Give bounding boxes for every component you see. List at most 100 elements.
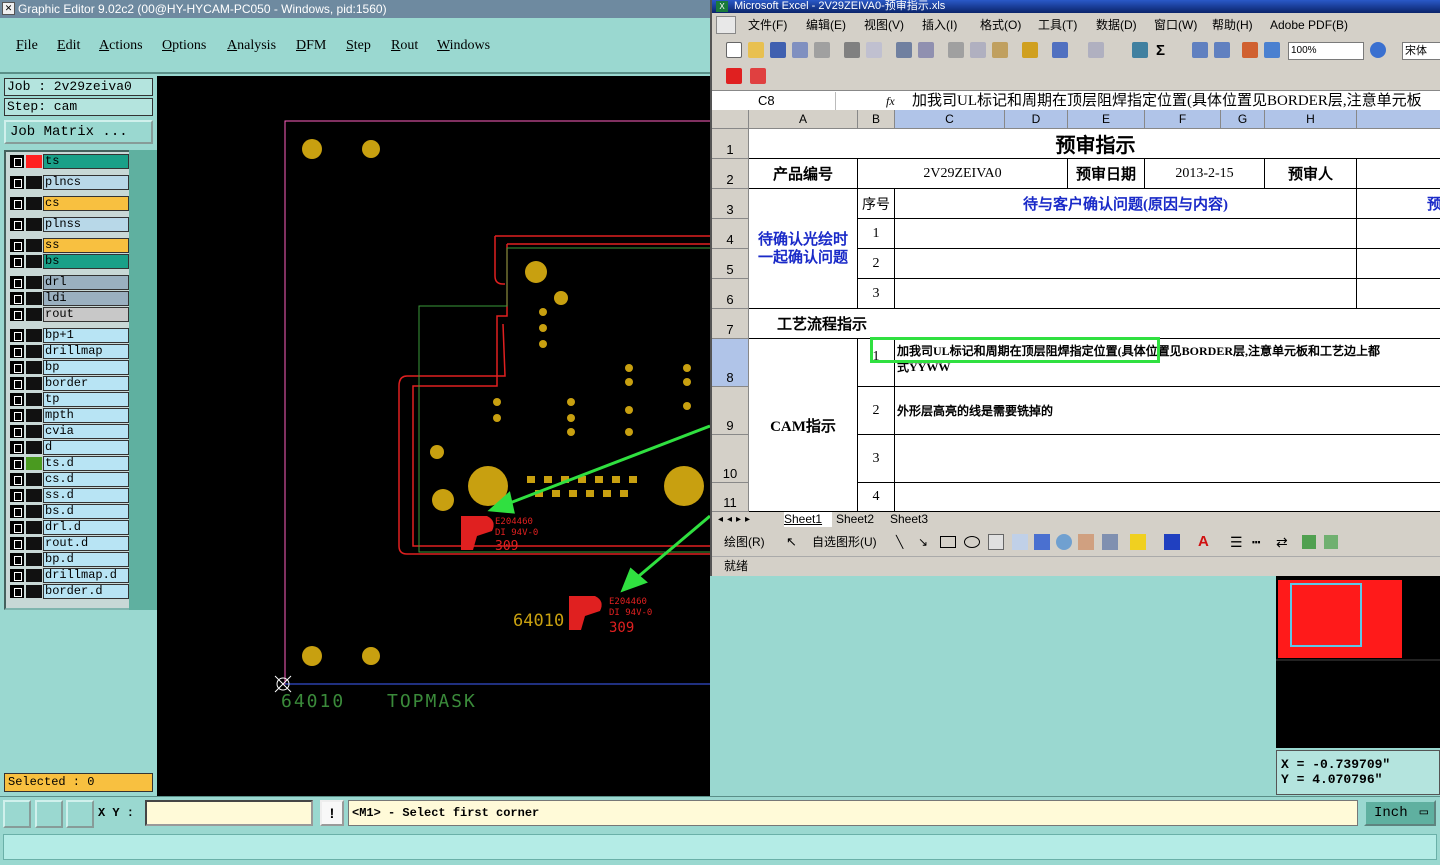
new-icon[interactable]	[726, 42, 742, 58]
row-header[interactable]: 10	[712, 435, 749, 483]
select-all-corner[interactable]	[712, 110, 749, 129]
menu-analysis[interactable]: Analysis	[227, 38, 276, 54]
sheet-tab-3[interactable]: Sheet3	[890, 512, 938, 527]
issue-pre-1[interactable]	[1357, 219, 1440, 249]
cam-instruction-4[interactable]	[895, 483, 1440, 512]
layer-checkbox[interactable]	[10, 155, 24, 168]
layer-row[interactable]: bp	[8, 360, 130, 375]
unit-select[interactable]: Inch ▭	[1364, 800, 1436, 826]
xl-menu-adobe[interactable]: Adobe PDF(B)	[1270, 14, 1348, 36]
layer-name[interactable]: bp.d	[43, 552, 129, 567]
xl-menu-help[interactable]: 帮助(H)	[1212, 14, 1253, 36]
layer-name[interactable]: ts	[43, 154, 129, 169]
permission-icon[interactable]	[792, 42, 808, 58]
reviewer-value[interactable]	[1357, 159, 1440, 189]
product-value[interactable]: 2V29ZEIVA0	[858, 159, 1068, 189]
textbox-icon[interactable]	[988, 534, 1004, 550]
xl-menu-data[interactable]: 数据(D)	[1096, 14, 1137, 36]
layer-row[interactable]: bp.d	[8, 552, 130, 567]
format-painter-icon[interactable]	[1022, 42, 1038, 58]
cam-instruction-2[interactable]: 外形层高亮的线是需要铣掉的	[895, 387, 1440, 435]
autosum-icon[interactable]: Σ	[1156, 42, 1172, 59]
layer-row[interactable]: cs.d	[8, 472, 130, 487]
warning-icon[interactable]: !	[320, 800, 344, 826]
sheet-nav-arrows-icon[interactable]: ◂◂▸▸	[718, 512, 754, 527]
measure-icon[interactable]	[35, 800, 63, 828]
layer-row[interactable]: drillmap.d	[8, 568, 130, 583]
layer-checkbox[interactable]	[10, 276, 24, 289]
cam-seq-2[interactable]: 2	[858, 387, 895, 435]
layer-row[interactable]: drl.d	[8, 520, 130, 535]
cam-seq-4[interactable]: 4	[858, 483, 895, 512]
menu-edit[interactable]: Edit	[57, 38, 80, 54]
drawing-icon[interactable]	[1264, 42, 1280, 58]
menu-options[interactable]: Options	[162, 38, 206, 54]
layer-name[interactable]: rout	[43, 307, 129, 322]
open-icon[interactable]	[748, 42, 764, 58]
layer-name[interactable]: cvia	[43, 424, 129, 439]
row-header[interactable]: 8	[712, 339, 749, 387]
draw-menu[interactable]: 绘图(R)	[724, 530, 765, 554]
layer-name[interactable]: drillmap	[43, 344, 129, 359]
issue-seq-3[interactable]: 3	[858, 279, 895, 309]
layer-name[interactable]: plncs	[43, 175, 129, 190]
select-objects-icon[interactable]: ↖	[786, 530, 797, 554]
layer-name[interactable]: border.d	[43, 584, 129, 599]
diagram-icon[interactable]	[1056, 534, 1072, 550]
spreadsheet-grid[interactable]: A B C D E F G H 1 2 3 4 5 6 7 8 9 10 11 …	[712, 110, 1440, 512]
process-value[interactable]	[895, 309, 1440, 339]
menu-rout[interactable]: Rout	[391, 38, 418, 54]
layer-row[interactable]: border	[8, 376, 130, 391]
layer-checkbox[interactable]	[10, 239, 24, 252]
confirm-label[interactable]: 待确认光绘时一起确认问题	[749, 189, 858, 309]
col-header-c[interactable]: C	[895, 110, 1005, 129]
cut-icon[interactable]	[948, 42, 964, 58]
layer-checkbox[interactable]	[10, 255, 24, 268]
date-label[interactable]: 预审日期	[1068, 159, 1145, 189]
xl-menu-file[interactable]: 文件(F)	[748, 14, 787, 36]
xy-input[interactable]	[145, 800, 313, 826]
col-header-e[interactable]: E	[1068, 110, 1145, 129]
layer-row[interactable]: rout	[8, 307, 130, 322]
font-color-icon[interactable]: A	[1198, 530, 1209, 554]
cam-label[interactable]: CAM指示	[749, 339, 858, 512]
layer-checkbox[interactable]	[10, 345, 24, 358]
layer-row[interactable]: mpth	[8, 408, 130, 423]
issue-seq-1[interactable]: 1	[858, 219, 895, 249]
layer-name[interactable]: cs.d	[43, 472, 129, 487]
col-header-i[interactable]	[1357, 110, 1440, 129]
menu-dfm[interactable]: DFM	[296, 38, 326, 54]
reviewer-label[interactable]: 预审人	[1265, 159, 1357, 189]
layer-name[interactable]: border	[43, 376, 129, 391]
layer-row[interactable]: cvia	[8, 424, 130, 439]
xl-menu-window[interactable]: 窗口(W)	[1154, 14, 1197, 36]
product-label[interactable]: 产品编号	[749, 159, 858, 189]
layer-checkbox[interactable]	[10, 457, 24, 470]
issue-cell-2[interactable]	[895, 249, 1357, 279]
row-header[interactable]: 3	[712, 189, 749, 219]
col-header-a[interactable]: A	[749, 110, 858, 129]
redo-icon[interactable]	[1088, 42, 1104, 58]
arrow-style-icon[interactable]: ⇄	[1276, 530, 1288, 554]
xl-menu-view[interactable]: 视图(V)	[864, 14, 904, 36]
row-header[interactable]: 6	[712, 279, 749, 309]
sort-asc-icon[interactable]	[1192, 42, 1208, 58]
picture-icon[interactable]	[1102, 534, 1118, 550]
xl-menu-edit[interactable]: 编辑(E)	[806, 14, 846, 36]
pdf-email-icon[interactable]	[750, 68, 766, 84]
formula-input[interactable]: 加我司UL标记和周期在顶层阻焊指定位置(具体位置见BORDER层,注意单元板	[912, 91, 1440, 111]
sort-desc-icon[interactable]	[1214, 42, 1230, 58]
layer-name[interactable]: cs	[43, 196, 129, 211]
clipart-icon[interactable]	[1078, 534, 1094, 550]
issue-pre-2[interactable]	[1357, 249, 1440, 279]
row-header[interactable]: 4	[712, 219, 749, 249]
layer-name[interactable]: rout.d	[43, 536, 129, 551]
col-header-h[interactable]: H	[1265, 110, 1357, 129]
shadow-icon[interactable]	[1302, 535, 1316, 549]
layer-name[interactable]: bp+1	[43, 328, 129, 343]
layer-row[interactable]: drillmap	[8, 344, 130, 359]
layer-checkbox[interactable]	[10, 553, 24, 566]
layer-name[interactable]: ss.d	[43, 488, 129, 503]
sheet-tab-1[interactable]: Sheet1	[784, 512, 832, 527]
menu-windows[interactable]: Windows	[437, 38, 490, 54]
